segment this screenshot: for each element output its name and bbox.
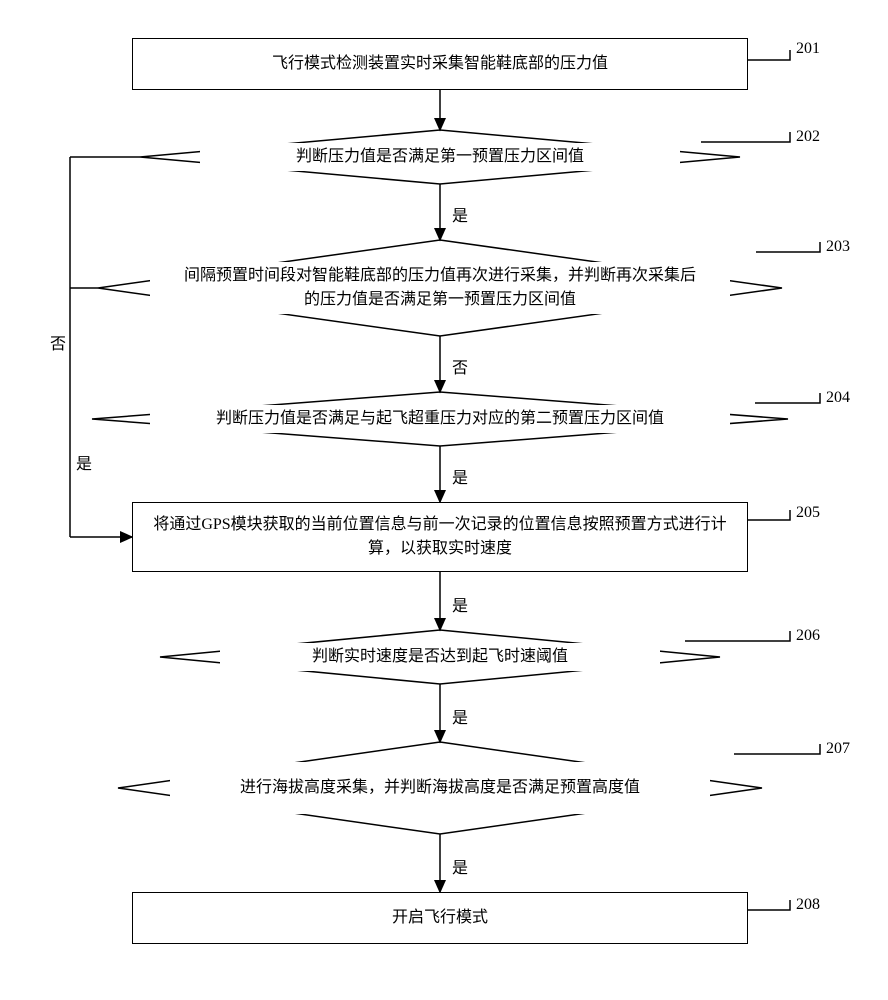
node-text: 进行海拔高度采集，并判断海拔高度是否满足预置高度值 (240, 779, 640, 796)
node-text: 开启飞行模式 (392, 906, 488, 930)
ref-206: 206 (796, 627, 820, 645)
edge-label-yes: 是 (452, 202, 468, 226)
node-text: 判断实时速度是否达到起飞时速阈值 (312, 648, 568, 665)
process-205: 将通过GPS模块获取的当前位置信息与前一次记录的位置信息按照预置方式进行计算，以… (132, 502, 748, 572)
node-text: 间隔预置时间段对智能鞋底部的压力值再次进行采集，并判断再次采集后的压力值是否满足… (184, 267, 696, 308)
edge-label-yes: 是 (452, 704, 468, 728)
node-text: 判断压力值是否满足第一预置压力区间值 (296, 148, 584, 165)
node-text: 将通过GPS模块获取的当前位置信息与前一次记录的位置信息按照预置方式进行计算，以… (149, 513, 731, 561)
process-208: 开启飞行模式 (132, 892, 748, 944)
decision-207: 进行海拔高度采集，并判断海拔高度是否满足预置高度值 (170, 762, 710, 814)
ref-201: 201 (796, 40, 820, 58)
node-text: 飞行模式检测装置实时采集智能鞋底部的压力值 (272, 52, 608, 76)
ref-203: 203 (826, 238, 850, 256)
edge-label-no: 否 (452, 354, 468, 378)
edge-label-yes: 是 (452, 464, 468, 488)
node-text: 判断压力值是否满足与起飞超重压力对应的第二预置压力区间值 (216, 410, 664, 427)
edge-label-yes-left: 是 (76, 450, 92, 474)
edge-label-yes: 是 (452, 592, 468, 616)
process-201: 飞行模式检测装置实时采集智能鞋底部的压力值 (132, 38, 748, 90)
ref-205: 205 (796, 504, 820, 522)
ref-204: 204 (826, 389, 850, 407)
decision-203: 间隔预置时间段对智能鞋底部的压力值再次进行采集，并判断再次采集后的压力值是否满足… (150, 262, 730, 314)
ref-202: 202 (796, 128, 820, 146)
decision-206: 判断实时速度是否达到起飞时速阈值 (220, 643, 660, 671)
edge-label-no-left: 否 (50, 330, 66, 354)
edge-label-yes: 是 (452, 854, 468, 878)
decision-204: 判断压力值是否满足与起飞超重压力对应的第二预置压力区间值 (150, 405, 730, 433)
ref-208: 208 (796, 896, 820, 914)
ref-207: 207 (826, 740, 850, 758)
decision-202: 判断压力值是否满足第一预置压力区间值 (200, 143, 680, 171)
